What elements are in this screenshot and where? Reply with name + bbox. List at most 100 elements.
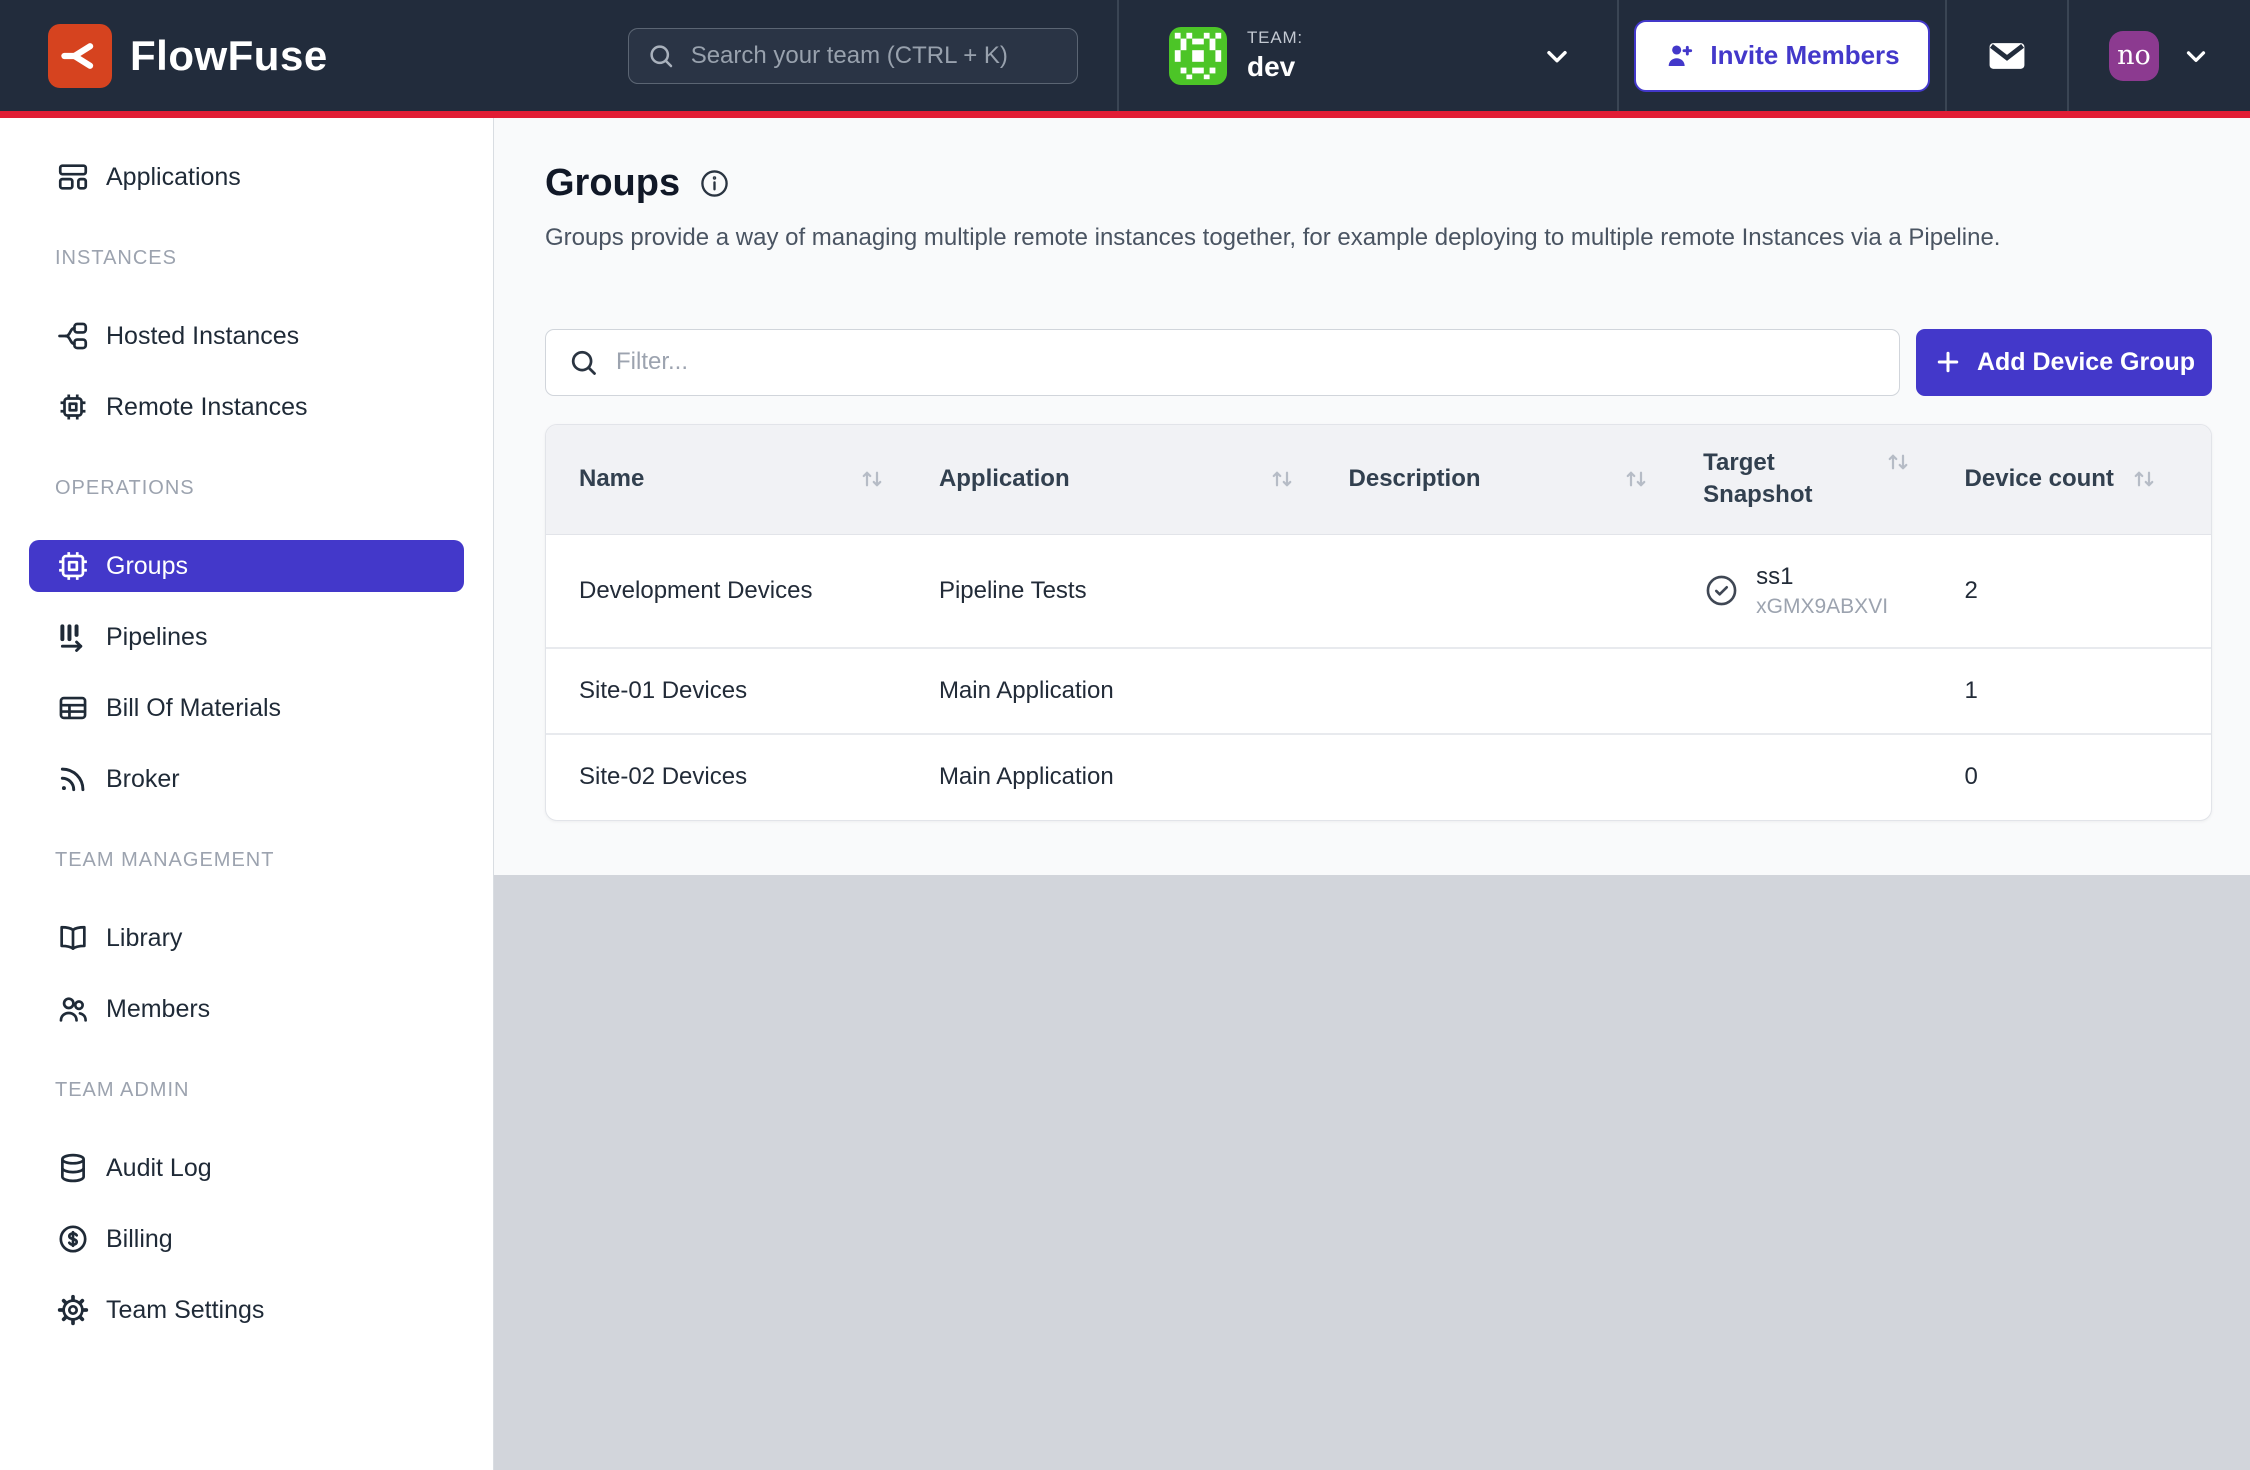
members-icon xyxy=(56,992,90,1026)
add-device-group-label: Add Device Group xyxy=(1977,348,2195,377)
billing-icon xyxy=(56,1222,90,1256)
sidebar-item-label: Billing xyxy=(106,1225,173,1254)
invite-members-label: Invite Members xyxy=(1710,40,1899,71)
sidebar: Applications INSTANCES Hosted Instances xyxy=(0,118,494,1470)
pipelines-icon xyxy=(56,620,90,654)
group-application: Main Application xyxy=(939,648,1349,734)
snapshot-id: xGMX9ABXVI xyxy=(1756,595,1888,619)
sidebar-item-label: Broker xyxy=(106,765,180,794)
sidebar-item-label: Library xyxy=(106,924,182,953)
search-icon xyxy=(646,41,676,71)
sidebar-item-library[interactable]: Library xyxy=(29,912,464,964)
sort-icon xyxy=(857,464,887,494)
notifications-button[interactable] xyxy=(1945,0,2067,111)
group-description xyxy=(1349,734,1704,820)
sidebar-item-bill-of-materials[interactable]: Bill Of Materials xyxy=(29,682,464,734)
sidebar-item-label: Members xyxy=(106,995,210,1024)
empty-void xyxy=(494,875,2250,1470)
top-navbar: FlowFuse xyxy=(0,0,2250,111)
group-description xyxy=(1349,535,1704,648)
user-avatar: no xyxy=(2109,31,2159,81)
search-input[interactable] xyxy=(628,28,1078,84)
sidebar-item-label: Remote Instances xyxy=(106,393,308,422)
search-icon xyxy=(567,346,600,379)
sidebar-item-broker[interactable]: Broker xyxy=(29,753,464,805)
sidebar-item-remote-instances[interactable]: Remote Instances xyxy=(29,381,464,433)
column-header-application[interactable]: Application xyxy=(939,425,1349,535)
device-count: 1 xyxy=(1965,648,2211,734)
sidebar-item-label: Hosted Instances xyxy=(106,322,299,351)
target-snapshot: ss1 xGMX9ABXVI xyxy=(1703,563,1964,619)
invite-members-section: Invite Members xyxy=(1617,0,1945,111)
user-initials: no xyxy=(2117,40,2151,71)
team-selector[interactable]: TEAM: dev xyxy=(1117,0,1617,111)
invite-members-button[interactable]: Invite Members xyxy=(1634,20,1929,92)
sort-icon xyxy=(1267,464,1297,494)
broker-icon xyxy=(56,762,90,796)
filter-input[interactable] xyxy=(545,329,1900,396)
library-icon xyxy=(56,921,90,955)
chevron-down-icon xyxy=(1541,40,1573,72)
applications-icon xyxy=(56,160,90,194)
sidebar-item-applications[interactable]: Applications xyxy=(29,151,464,203)
sidebar-item-pipelines[interactable]: Pipelines xyxy=(29,611,464,663)
info-icon[interactable] xyxy=(698,167,731,200)
sidebar-section-operations: OPERATIONS xyxy=(55,477,493,500)
page-title: Groups xyxy=(545,162,680,205)
brand[interactable]: FlowFuse xyxy=(48,24,328,88)
sidebar-item-label: Applications xyxy=(106,163,241,192)
team-avatar xyxy=(1169,27,1227,85)
sidebar-item-groups[interactable]: Groups xyxy=(29,540,464,592)
group-name: Site-01 Devices xyxy=(546,648,939,734)
sidebar-item-label: Team Settings xyxy=(106,1296,264,1325)
table-row[interactable]: Site-02 Devices Main Application 0 xyxy=(546,734,2211,820)
sidebar-item-hosted-instances[interactable]: Hosted Instances xyxy=(29,310,464,362)
main-area: Groups Groups provide a way of managing … xyxy=(494,118,2250,1470)
column-header-device-count[interactable]: Device count xyxy=(1965,425,2211,535)
column-header-target-snapshot[interactable]: Target Snapshot xyxy=(1703,425,1964,535)
group-description xyxy=(1349,648,1704,734)
sidebar-section-instances: INSTANCES xyxy=(55,247,493,270)
sidebar-item-label: Groups xyxy=(106,552,188,581)
brand-accent-line xyxy=(0,111,2250,118)
device-count: 0 xyxy=(1965,734,2211,820)
plus-icon xyxy=(1933,347,1963,377)
hosted-instances-icon xyxy=(56,319,90,353)
remote-instances-icon xyxy=(56,390,90,424)
group-name: Development Devices xyxy=(546,535,939,648)
add-device-group-button[interactable]: Add Device Group xyxy=(1916,329,2212,396)
team-name: dev xyxy=(1247,51,1303,83)
sidebar-section-team-management: TEAM MANAGEMENT xyxy=(55,849,493,872)
brand-name: FlowFuse xyxy=(130,32,328,80)
table-header-row: Name Application xyxy=(546,425,2211,535)
page-description: Groups provide a way of managing multipl… xyxy=(545,221,2212,255)
column-label: Device count xyxy=(1965,465,2114,493)
audit-log-icon xyxy=(56,1151,90,1185)
user-plus-icon xyxy=(1664,40,1696,72)
team-search xyxy=(628,28,1078,84)
column-label: Application xyxy=(939,465,1070,493)
user-menu[interactable]: no xyxy=(2067,0,2250,111)
sidebar-item-team-settings[interactable]: Team Settings xyxy=(29,1284,464,1336)
column-label: Description xyxy=(1349,465,1481,493)
group-application: Main Application xyxy=(939,734,1349,820)
sidebar-item-members[interactable]: Members xyxy=(29,983,464,1035)
table-row[interactable]: Development Devices Pipeline Tests ss1 xyxy=(546,535,2211,648)
group-application: Pipeline Tests xyxy=(939,535,1349,648)
snapshot-name: ss1 xyxy=(1756,563,1888,591)
team-settings-icon xyxy=(56,1293,90,1327)
groups-page: Groups Groups provide a way of managing … xyxy=(494,118,2250,875)
sidebar-item-label: Bill Of Materials xyxy=(106,694,281,723)
check-circle-icon xyxy=(1703,572,1740,609)
group-name: Site-02 Devices xyxy=(546,734,939,820)
column-header-name[interactable]: Name xyxy=(546,425,939,535)
sidebar-item-audit-log[interactable]: Audit Log xyxy=(29,1142,464,1194)
table-row[interactable]: Site-01 Devices Main Application 1 xyxy=(546,648,2211,734)
mail-icon xyxy=(1985,34,2029,78)
target-snapshot xyxy=(1703,734,1964,820)
column-header-description[interactable]: Description xyxy=(1349,425,1704,535)
sidebar-section-team-admin: TEAM ADMIN xyxy=(55,1079,493,1102)
filter-field xyxy=(545,329,1900,396)
device-count: 2 xyxy=(1965,535,2211,648)
sidebar-item-billing[interactable]: Billing xyxy=(29,1213,464,1265)
